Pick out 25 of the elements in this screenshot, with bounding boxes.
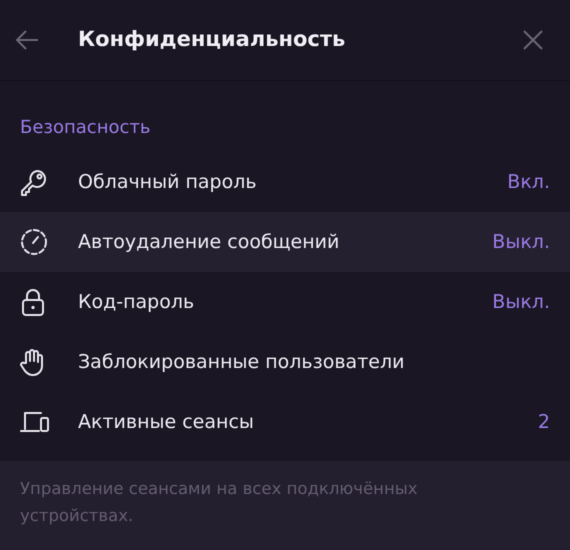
close-icon: [522, 29, 544, 51]
row-label: Автоудаление сообщений: [78, 230, 340, 255]
row-label: Активные сеансы: [78, 410, 255, 435]
section-title: Безопасность: [20, 116, 152, 140]
row-value: Выкл.: [492, 230, 550, 255]
back-icon: [14, 29, 40, 51]
settings-row[interactable]: Заблокированные пользователи: [0, 332, 570, 392]
row-value: Вкл.: [507, 170, 550, 195]
close-button[interactable]: [522, 29, 544, 51]
settings-row[interactable]: Активные сеансы 2: [0, 392, 570, 452]
row-label: Заблокированные пользователи: [78, 350, 406, 375]
footnote: Управление сеансами на всех подключённых устройствах.: [20, 478, 419, 527]
settings-row[interactable]: Код-пароль Выкл.: [0, 272, 570, 332]
settings-row[interactable]: Автоудаление сообщений Выкл.: [0, 212, 570, 272]
row-label: Код-пароль: [78, 290, 196, 315]
key-icon: [20, 168, 48, 196]
row-label: Облачный пароль: [78, 170, 258, 195]
hand-icon: [20, 348, 46, 376]
timer-icon: [20, 228, 48, 256]
window-title: Конфиденциальность: [78, 26, 346, 54]
row-value: 2: [538, 410, 550, 435]
row-value: Выкл.: [492, 290, 550, 315]
lock-icon: [20, 288, 46, 316]
devices-icon: [20, 410, 50, 434]
settings-row[interactable]: Облачный пароль Вкл.: [0, 152, 570, 212]
